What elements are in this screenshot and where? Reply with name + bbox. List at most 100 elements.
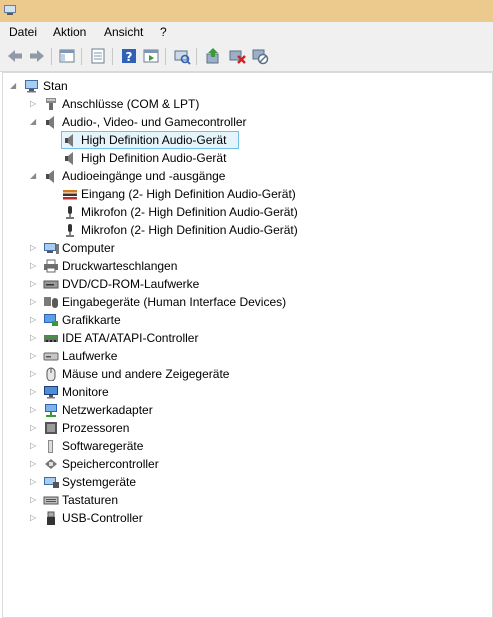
scan-hardware-changes-icon[interactable] <box>173 47 191 65</box>
microphone-icon <box>62 205 78 219</box>
toolbar-separator <box>51 48 52 65</box>
mouse-icon <box>43 367 59 381</box>
tree-category-node[interactable]: ▷ Eingabegeräte (Human Interface Devices) <box>3 293 490 311</box>
menu-aktion[interactable]: Aktion <box>53 25 86 39</box>
expand-arrow-icon[interactable]: ▷ <box>30 347 39 365</box>
tree-category-node[interactable]: ◢ Audio-, Video- und Gamecontroller <box>3 113 490 131</box>
tree-node-label: Netzwerkadapter <box>62 403 153 417</box>
title-bar <box>0 0 493 22</box>
tree-device-node[interactable]: Mikrofon (2- High Definition Audio-Gerät… <box>3 203 490 221</box>
tree-category-node[interactable]: ▷ Anschlüsse (COM & LPT) <box>3 95 490 113</box>
tree-category-node[interactable]: ▷ Laufwerke <box>3 347 490 365</box>
expand-arrow-icon[interactable]: ▷ <box>30 383 39 401</box>
expand-arrow-icon[interactable]: ▷ <box>30 275 39 293</box>
tree-node-label: Audioeingänge und -ausgänge <box>62 169 226 183</box>
expand-arrow-icon[interactable]: ▷ <box>30 491 39 509</box>
tree-node-label: Mäuse und andere Zeigegeräte <box>62 367 230 381</box>
tree-node-label: DVD/CD-ROM-Laufwerke <box>62 277 200 291</box>
tree-node-label: Mikrofon (2- High Definition Audio-Gerät… <box>81 205 298 219</box>
disc-drive-icon <box>43 277 59 291</box>
tree-node-label: High Definition Audio-Gerät <box>81 151 227 165</box>
tree-node-label: Audio-, Video- und Gamecontroller <box>62 115 247 129</box>
usb-icon <box>43 511 59 525</box>
tree-category-node[interactable]: ▷ Softwaregeräte <box>3 437 490 455</box>
tree-category-node[interactable]: ▷ Monitore <box>3 383 490 401</box>
tree-category-node[interactable]: ▷ Prozessoren <box>3 419 490 437</box>
collapse-arrow-icon[interactable]: ◢ <box>10 77 19 95</box>
tree-category-node[interactable]: ▷ Mäuse und andere Zeigegeräte <box>3 365 490 383</box>
device-manager-app-icon <box>3 3 17 17</box>
action-pane-icon[interactable] <box>142 47 160 65</box>
tree-device-node[interactable]: High Definition Audio-Gerät <box>3 131 490 149</box>
tree-category-node[interactable]: ▷ DVD/CD-ROM-Laufwerke <box>3 275 490 293</box>
menu-ansicht[interactable]: Ansicht <box>104 25 143 39</box>
tree-node-label: Tastaturen <box>62 493 119 507</box>
menu-datei[interactable]: Datei <box>9 25 37 39</box>
tree-category-node[interactable]: ▷ Computer <box>3 239 490 257</box>
collapse-arrow-icon[interactable]: ◢ <box>30 113 39 131</box>
ide-controller-icon <box>43 331 59 345</box>
tree-category-node[interactable]: ▷ Tastaturen <box>3 491 490 509</box>
port-icon <box>43 97 59 111</box>
tree-category-node[interactable]: ◢ Audioeingänge und -ausgänge <box>3 167 490 185</box>
tree-category-node[interactable]: ▷ Grafikkarte <box>3 311 490 329</box>
disable-device-icon[interactable] <box>251 47 269 65</box>
tree-category-node[interactable]: ▷ Systemgeräte <box>3 473 490 491</box>
expand-arrow-icon[interactable]: ▷ <box>30 473 39 491</box>
forward-arrow-icon[interactable] <box>28 47 46 65</box>
expand-arrow-icon[interactable]: ▷ <box>30 365 39 383</box>
tree-device-node[interactable]: Eingang (2- High Definition Audio-Gerät) <box>3 185 490 203</box>
system-device-icon <box>43 475 59 489</box>
update-driver-icon[interactable] <box>204 47 222 65</box>
expand-arrow-icon[interactable]: ▷ <box>30 329 39 347</box>
tree-node-label: Stan <box>43 79 68 93</box>
tree-node-label: USB-Controller <box>62 511 143 525</box>
tree-node-label: Systemgeräte <box>62 475 137 489</box>
monitor-icon <box>43 385 59 399</box>
tree-device-node[interactable]: Mikrofon (2- High Definition Audio-Gerät… <box>3 221 490 239</box>
keyboard-icon <box>43 493 59 507</box>
menu-help[interactable]: ? <box>160 25 167 39</box>
uninstall-device-icon[interactable] <box>228 47 246 65</box>
tree-category-node[interactable]: ▷ Druckwarteschlangen <box>3 257 490 275</box>
disk-drive-icon <box>43 349 59 363</box>
tree-device-node[interactable]: High Definition Audio-Gerät <box>3 149 490 167</box>
expand-arrow-icon[interactable]: ▷ <box>30 509 39 527</box>
back-arrow-icon[interactable] <box>6 47 24 65</box>
expand-arrow-icon[interactable]: ▷ <box>30 437 39 455</box>
expand-arrow-icon[interactable]: ▷ <box>30 257 39 275</box>
expand-arrow-icon[interactable]: ▷ <box>30 419 39 437</box>
hid-icon <box>43 295 59 309</box>
tree-category-node[interactable]: ▷ USB-Controller <box>3 509 490 527</box>
root-computer-icon <box>24 79 40 93</box>
audio-jack-icon <box>62 187 78 201</box>
tree-category-node[interactable]: ▷ Netzwerkadapter <box>3 401 490 419</box>
speaker-icon <box>43 115 59 129</box>
tree-node-label: Eingabegeräte (Human Interface Devices) <box>62 295 287 309</box>
toolbar-separator <box>112 48 113 65</box>
tree-root-node[interactable]: ◢ Stan <box>3 77 490 95</box>
show-hide-console-tree-icon[interactable] <box>58 47 76 65</box>
collapse-arrow-icon[interactable]: ◢ <box>30 167 39 185</box>
expand-arrow-icon[interactable]: ▷ <box>30 455 39 473</box>
tree-node-label: Eingang (2- High Definition Audio-Gerät) <box>81 187 296 201</box>
device-tree[interactable]: ◢ Stan ▷ Anschlüsse (COM & LPT) ◢ Audio-, Vid… <box>2 72 493 618</box>
toolbar-separator <box>81 48 82 65</box>
properties-icon[interactable] <box>89 47 107 65</box>
network-adapter-icon <box>43 403 59 417</box>
tree-node-label: Mikrofon (2- High Definition Audio-Gerät… <box>81 223 298 237</box>
tree-node-label: Computer <box>62 241 115 255</box>
toolbar: ? <box>0 43 493 72</box>
tree-node-label: IDE ATA/ATAPI-Controller <box>62 331 199 345</box>
expand-arrow-icon[interactable]: ▷ <box>30 293 39 311</box>
expand-arrow-icon[interactable]: ▷ <box>30 95 39 113</box>
tree-node-label: Anschlüsse (COM & LPT) <box>62 97 200 111</box>
tree-category-node[interactable]: ▷ Speichercontroller <box>3 455 490 473</box>
expand-arrow-icon[interactable]: ▷ <box>30 401 39 419</box>
help-icon[interactable]: ? <box>120 47 138 65</box>
tree-node-label: Prozessoren <box>62 421 130 435</box>
expand-arrow-icon[interactable]: ▷ <box>30 239 39 257</box>
speaker-icon <box>62 151 78 165</box>
expand-arrow-icon[interactable]: ▷ <box>30 311 39 329</box>
tree-category-node[interactable]: ▷ IDE ATA/ATAPI-Controller <box>3 329 490 347</box>
